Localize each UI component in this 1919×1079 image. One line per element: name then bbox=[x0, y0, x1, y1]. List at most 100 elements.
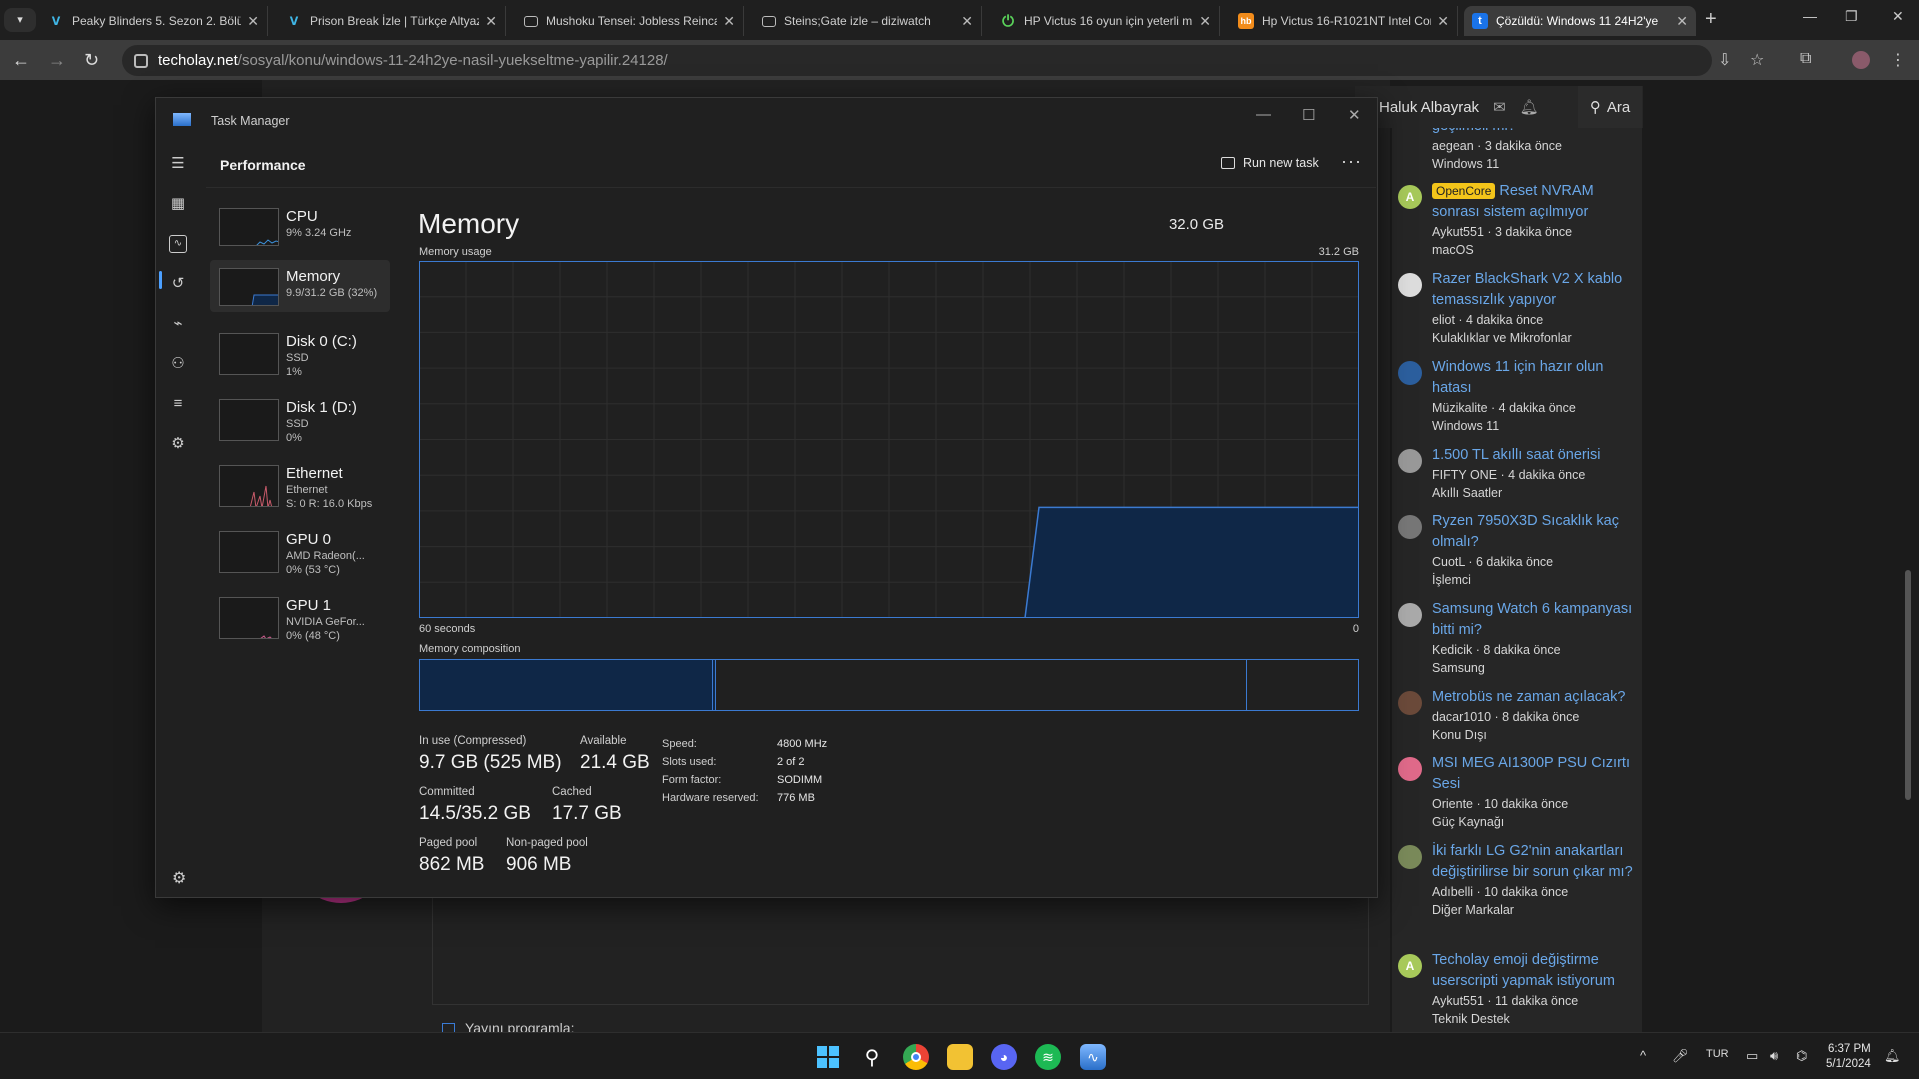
thread-forum[interactable]: İşlemci bbox=[1432, 571, 1638, 589]
search-icon[interactable]: ⚲ bbox=[859, 1044, 885, 1070]
language-indicator[interactable]: TUR bbox=[1706, 1048, 1729, 1060]
file-explorer-icon[interactable] bbox=[947, 1044, 973, 1070]
thread-title[interactable]: Windows 11 için hazır olun hatası bbox=[1432, 357, 1638, 399]
task-manager-taskbar-icon[interactable]: ∿ bbox=[1080, 1044, 1106, 1070]
start-windows-icon[interactable] bbox=[815, 1044, 841, 1070]
system-clock[interactable]: 6:37 PM 5/1/2024 bbox=[1826, 1042, 1871, 1072]
browser-tab[interactable]: hb Hp Victus 16-R1021NT Intel Core ✕ bbox=[1230, 6, 1458, 36]
username[interactable]: Haluk Albayrak bbox=[1379, 99, 1479, 116]
close-tab-icon[interactable]: ✕ bbox=[1676, 13, 1688, 30]
thread-forum[interactable]: Windows 11 bbox=[1432, 155, 1638, 173]
author-avatar[interactable] bbox=[1398, 515, 1422, 539]
author-avatar[interactable] bbox=[1398, 603, 1422, 627]
bell-icon[interactable]: 🔔︎ bbox=[1520, 98, 1539, 116]
thread-forum[interactable]: Windows 11 bbox=[1432, 417, 1638, 435]
thread-forum[interactable]: Diğer Markalar bbox=[1432, 901, 1638, 919]
browser-tab[interactable]: Steins;Gate izle – diziwatch ✕ bbox=[754, 6, 982, 36]
thread-forum[interactable]: macOS bbox=[1432, 241, 1638, 259]
browser-tab[interactable]: Mushoku Tensei: Jobless Reincarnation ✕ bbox=[516, 6, 744, 36]
device-gpu-1[interactable]: GPU 1 NVIDIA GeFor... 0% (48 °C) bbox=[210, 589, 390, 642]
microphone-icon[interactable]: 🎤︎ bbox=[1672, 1048, 1689, 1064]
feed-item[interactable]: 1.500 TL akıllı saat önerisi FIFTY ONE ·… bbox=[1398, 445, 1638, 502]
app-history-icon[interactable]: ↺ bbox=[169, 275, 187, 293]
author-avatar[interactable] bbox=[1398, 449, 1422, 473]
spotify-icon[interactable]: ≋ bbox=[1035, 1044, 1061, 1070]
close-tab-icon[interactable]: ✕ bbox=[1437, 13, 1449, 30]
feed-item[interactable]: MSI MEG AI1300P PSU Cızırtı Sesi Oriente… bbox=[1398, 753, 1638, 831]
bookmark-star-icon[interactable]: ☆ bbox=[1750, 50, 1764, 70]
author-avatar[interactable] bbox=[1398, 757, 1422, 781]
thread-title[interactable]: 1.500 TL akıllı saat önerisi bbox=[1432, 445, 1638, 466]
feed-item[interactable]: A Techolay emoji değiştirme userscripti … bbox=[1398, 950, 1638, 1028]
author-avatar[interactable] bbox=[1398, 273, 1422, 297]
browser-tab-active[interactable]: t Çözüldü: Windows 11 24H2'ye ✕ bbox=[1464, 6, 1696, 36]
install-app-icon[interactable]: ⇩ bbox=[1718, 50, 1731, 70]
device-gpu-0[interactable]: GPU 0 AMD Radeon(... 0% (53 °C) bbox=[210, 523, 390, 576]
page-scrollbar[interactable] bbox=[1905, 570, 1911, 800]
feed-item[interactable]: Ryzen 7950X3D Sıcaklık kaç olmalı? CuotL… bbox=[1398, 511, 1638, 589]
run-new-task-button[interactable]: Run new task bbox=[1221, 156, 1319, 170]
thread-title[interactable]: İki farklı LG G2'nin anakartları değişti… bbox=[1432, 841, 1638, 883]
browser-tab[interactable]: ᐯ Prison Break İzle | Türkçe Altyazı ✕ bbox=[278, 6, 506, 36]
close-icon[interactable]: ✕ bbox=[1348, 106, 1361, 124]
device-memory[interactable]: Memory 9.9/31.2 GB (32%) bbox=[210, 260, 390, 312]
feed-item[interactable]: A OpenCore Reset NVRAM sonrası sistem açı… bbox=[1398, 181, 1638, 259]
hamburger-menu-icon[interactable]: ☰ bbox=[169, 155, 187, 173]
profile-avatar[interactable] bbox=[1852, 51, 1870, 69]
thread-forum[interactable]: Güç Kaynağı bbox=[1432, 813, 1638, 831]
browser-tab[interactable]: ⏻ HP Victus 16 oyun için yeterli mi ✕ bbox=[992, 6, 1220, 36]
restore-window-icon[interactable]: ❐ bbox=[1845, 8, 1858, 25]
services-icon[interactable]: ⚙ bbox=[169, 435, 187, 453]
volume-icon[interactable]: 🔊︎ bbox=[1770, 1048, 1778, 1064]
browser-tab[interactable]: ᐯ Peaky Blinders 5. Sezon 2. Bölüm ✕ bbox=[40, 6, 268, 36]
close-tab-icon[interactable]: ✕ bbox=[1199, 13, 1211, 30]
new-tab-icon[interactable]: + bbox=[1705, 8, 1717, 31]
thread-title[interactable]: MSI MEG AI1300P PSU Cızırtı Sesi bbox=[1432, 753, 1638, 795]
back-arrow-icon[interactable]: ← bbox=[12, 50, 30, 71]
tab-search-button[interactable]: ▾ bbox=[4, 8, 36, 32]
feed-item[interactable]: Samsung Watch 6 kampanyası bitti mi? Ked… bbox=[1398, 599, 1638, 677]
startup-apps-icon[interactable]: ⌁ bbox=[169, 315, 187, 333]
thread-forum[interactable]: Samsung bbox=[1432, 659, 1638, 677]
thread-title[interactable]: Techolay emoji değiştirme userscripti ya… bbox=[1432, 950, 1638, 992]
chrome-icon[interactable] bbox=[903, 1044, 929, 1070]
address-bar[interactable]: techolay.net /sosyal/konu/windows-11-24h… bbox=[122, 45, 1712, 76]
task-manager-titlebar[interactable]: Task Manager — ☐ ✕ bbox=[156, 98, 1377, 128]
thread-forum[interactable]: Akıllı Saatler bbox=[1432, 484, 1638, 502]
thread-title[interactable]: Samsung Watch 6 kampanyası bitti mi? bbox=[1432, 599, 1638, 641]
discord-icon[interactable]: ◕ bbox=[991, 1044, 1017, 1070]
minimize-window-icon[interactable]: — bbox=[1803, 8, 1817, 24]
author-avatar[interactable] bbox=[1398, 691, 1422, 715]
device-disk-0[interactable]: Disk 0 (C:) SSD 1% bbox=[210, 325, 390, 378]
thread-title[interactable]: Metrobüs ne zaman açılacak? bbox=[1432, 687, 1638, 708]
composition-in-use[interactable] bbox=[420, 660, 712, 710]
close-tab-icon[interactable]: ✕ bbox=[961, 13, 973, 30]
browser-menu-icon[interactable]: ⋮ bbox=[1890, 50, 1906, 70]
performance-icon[interactable]: ∿ bbox=[169, 235, 187, 253]
thread-forum[interactable]: Kulaklıklar ve Mikrofonlar bbox=[1432, 329, 1638, 347]
extensions-icon[interactable]: ⧉ bbox=[1800, 50, 1811, 68]
feed-item[interactable]: geçilmeli mi? aegean · 3 dakika önce Win… bbox=[1398, 128, 1638, 173]
mail-icon[interactable]: ✉ bbox=[1493, 98, 1506, 116]
processes-icon[interactable]: ▦ bbox=[169, 195, 187, 213]
thread-title[interactable]: Razer BlackShark V2 X kablo temassızlık … bbox=[1432, 269, 1638, 311]
close-window-icon[interactable]: ✕ bbox=[1892, 8, 1904, 25]
author-avatar[interactable]: A bbox=[1398, 954, 1422, 978]
details-icon[interactable]: ≡ bbox=[169, 395, 187, 413]
device-ethernet[interactable]: Ethernet Ethernet S: 0 R: 16.0 Kbps bbox=[210, 457, 390, 510]
show-hidden-icons[interactable]: ^ bbox=[1640, 1048, 1646, 1063]
notifications-icon[interactable]: 🔔︎ bbox=[1884, 1048, 1901, 1064]
site-info-icon[interactable] bbox=[134, 53, 148, 68]
reply-editor[interactable] bbox=[432, 880, 1369, 1005]
author-avatar[interactable]: A bbox=[1398, 185, 1422, 209]
reload-icon[interactable]: ↻ bbox=[84, 50, 99, 71]
author-avatar[interactable] bbox=[1398, 845, 1422, 869]
users-icon[interactable]: ⚇ bbox=[169, 355, 187, 373]
author-avatar[interactable] bbox=[1398, 361, 1422, 385]
device-cpu[interactable]: CPU 9% 3.24 GHz bbox=[210, 200, 390, 248]
settings-gear-icon[interactable]: ⚙ bbox=[172, 868, 186, 888]
feed-item[interactable]: Windows 11 için hazır olun hatası Müzika… bbox=[1398, 357, 1638, 435]
maximize-icon[interactable]: ☐ bbox=[1302, 106, 1315, 124]
thread-title[interactable]: geçilmeli mi? bbox=[1432, 128, 1638, 137]
thread-forum[interactable]: Teknik Destek bbox=[1432, 1010, 1638, 1028]
